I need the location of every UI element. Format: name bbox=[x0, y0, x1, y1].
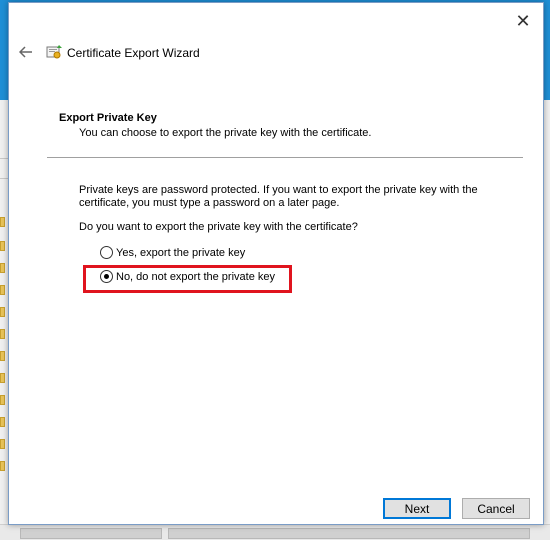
back-button[interactable] bbox=[15, 41, 37, 63]
header-separator bbox=[47, 157, 523, 158]
cancel-button[interactable]: Cancel bbox=[462, 498, 530, 519]
radio-button-yes[interactable] bbox=[100, 246, 113, 259]
radio-label-no[interactable]: No, do not export the private key bbox=[116, 271, 275, 283]
radio-button-no[interactable] bbox=[100, 270, 113, 283]
back-arrow-icon bbox=[19, 46, 32, 58]
radio-export-yes[interactable]: Yes, export the private key bbox=[100, 246, 245, 259]
close-icon: ✕ bbox=[515, 10, 531, 31]
page-subheading: You can choose to export the private key… bbox=[79, 127, 372, 139]
background-window-bottom bbox=[0, 524, 550, 540]
page-heading: Export Private Key bbox=[59, 112, 157, 124]
wizard-title: Certificate Export Wizard bbox=[67, 46, 200, 60]
description-text: Private keys are password protected. If … bbox=[79, 184, 478, 209]
radio-export-no[interactable]: No, do not export the private key bbox=[100, 270, 275, 283]
certificate-export-wizard-dialog: ✕ Certificate Export Wizard Export Priva… bbox=[8, 2, 544, 525]
next-button[interactable]: Next bbox=[383, 498, 451, 519]
radio-label-yes[interactable]: Yes, export the private key bbox=[116, 247, 245, 259]
question-text: Do you want to export the private key wi… bbox=[79, 221, 358, 233]
close-button[interactable]: ✕ bbox=[509, 9, 537, 33]
certificate-icon bbox=[46, 45, 62, 59]
